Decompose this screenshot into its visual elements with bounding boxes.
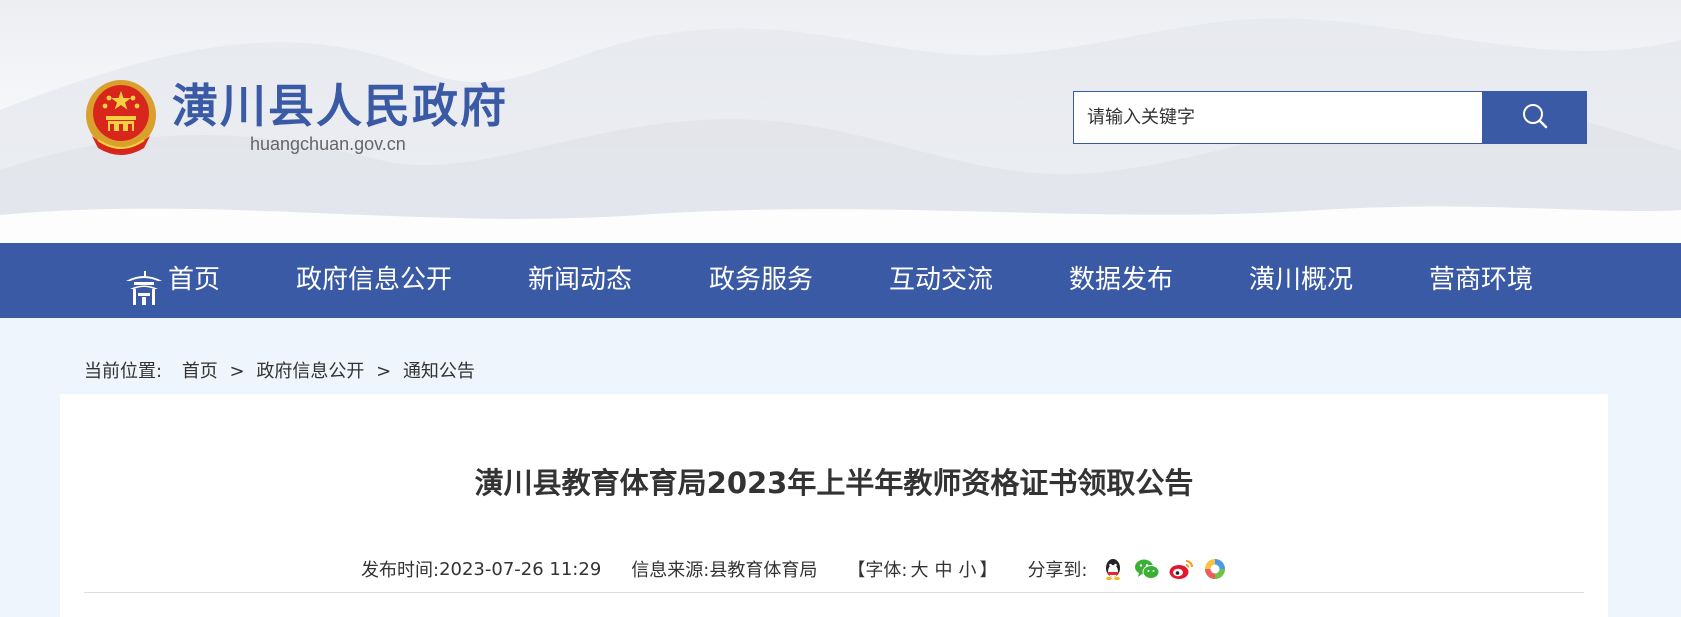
national-emblem-logo xyxy=(84,78,158,156)
main-nav: 首页 政府信息公开 新闻动态 政务服务 互动交流 数据发布 潢川概况 营商环境 xyxy=(0,243,1681,318)
nav-item-interaction[interactable]: 互动交流 xyxy=(889,243,993,318)
search-button[interactable] xyxy=(1483,91,1587,144)
nav-label: 首页 xyxy=(168,265,221,295)
weibo-icon[interactable] xyxy=(1168,557,1194,581)
site-header: 潢川县人民政府 huangchuan.gov.cn xyxy=(0,0,1681,243)
breadcrumb-item-notices[interactable]: 通知公告 xyxy=(403,361,475,382)
meta-divider xyxy=(84,592,1584,593)
qzone-icon[interactable] xyxy=(1202,557,1228,581)
qq-icon[interactable] xyxy=(1100,557,1126,581)
article-meta: 发布时间: 2023-07-26 11:29 信息来源: 县教育体育局 【字体:… xyxy=(361,556,1228,582)
breadcrumb: 当前位置: 首页 > 政府信息公开 > 通知公告 xyxy=(84,357,475,383)
nav-item-home[interactable]: 首页 xyxy=(124,243,220,318)
publish-label: 发布时间: xyxy=(361,560,440,581)
publish-time: 2023-07-26 11:29 xyxy=(439,558,602,580)
article-title: 潢川县教育体育局2023年上半年教师资格证书领取公告 xyxy=(474,466,1194,500)
search-input[interactable] xyxy=(1074,92,1482,143)
breadcrumb-item-home[interactable]: 首页 xyxy=(182,361,218,382)
breadcrumb-separator: > xyxy=(376,361,392,382)
article-container: 潢川县教育体育局2023年上半年教师资格证书领取公告 发布时间: 2023-07… xyxy=(60,394,1608,617)
breadcrumb-item-gov-info[interactable]: 政府信息公开 xyxy=(256,361,364,382)
share-icons xyxy=(1100,557,1228,581)
breadcrumb-separator: > xyxy=(229,361,245,382)
wechat-icon[interactable] xyxy=(1134,557,1160,581)
search-box xyxy=(1073,91,1483,144)
search-icon xyxy=(1521,102,1549,133)
nav-item-gov-info[interactable]: 政府信息公开 xyxy=(296,243,452,318)
font-size-close: 】 xyxy=(979,560,998,581)
home-pavilion-icon xyxy=(124,262,164,305)
font-size-small[interactable]: 小 xyxy=(958,556,976,582)
nav-item-business[interactable]: 营商环境 xyxy=(1429,243,1533,318)
source-label: 信息来源: xyxy=(631,560,710,581)
site-title[interactable]: 潢川县人民政府 xyxy=(172,78,508,134)
site-domain: huangchuan.gov.cn xyxy=(250,134,406,154)
nav-item-overview[interactable]: 潢川概况 xyxy=(1249,243,1353,318)
nav-item-news[interactable]: 新闻动态 xyxy=(528,243,632,318)
breadcrumb-label: 当前位置: xyxy=(84,361,163,382)
source-value: 县教育体育局 xyxy=(709,560,818,581)
share-label: 分享到: xyxy=(1027,560,1088,581)
font-size-medium[interactable]: 中 xyxy=(934,556,952,582)
nav-item-data[interactable]: 数据发布 xyxy=(1069,243,1173,318)
nav-item-services[interactable]: 政务服务 xyxy=(709,243,813,318)
font-size-large[interactable]: 大 xyxy=(910,556,928,582)
font-size-open: 【字体: xyxy=(847,560,908,581)
